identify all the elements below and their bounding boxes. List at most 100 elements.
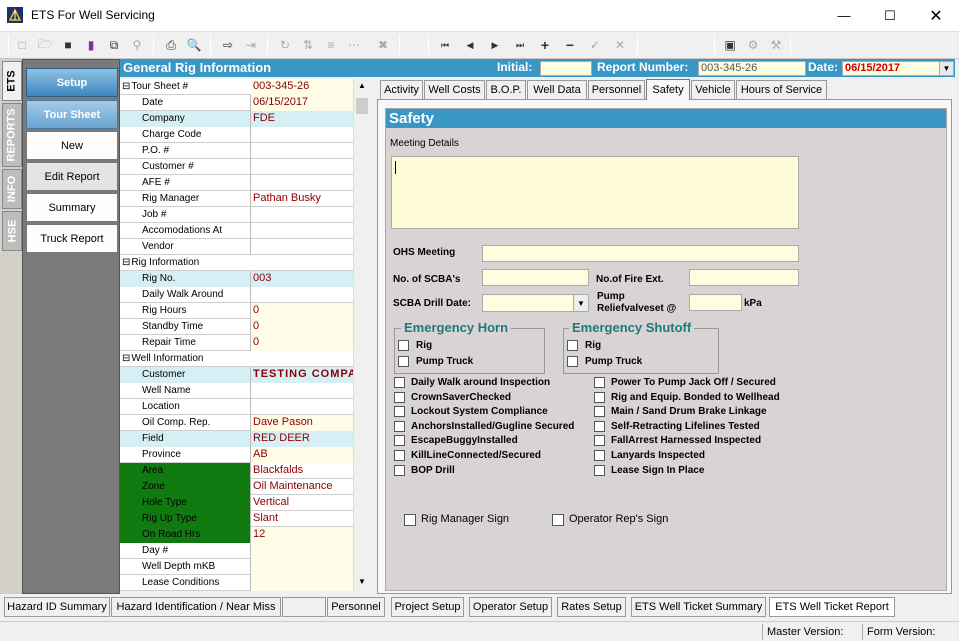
tab-well-data[interactable]: Well Data xyxy=(527,80,587,99)
find-icon[interactable]: ⚲ xyxy=(129,37,145,53)
grid-row[interactable]: CustomerTESTING COMPANY xyxy=(120,367,353,383)
grid-value[interactable]: Pathan Busky xyxy=(251,191,353,207)
computer-icon[interactable]: ▣ xyxy=(722,37,738,53)
settings-icon[interactable]: ⚙ xyxy=(745,37,761,53)
grid-value[interactable]: Vertical xyxy=(251,495,353,511)
safety-check-checkbox[interactable] xyxy=(394,377,405,388)
grid-row[interactable]: Province AB xyxy=(120,447,353,463)
side-tab-info[interactable]: INFO xyxy=(2,169,22,209)
initial-field[interactable] xyxy=(540,61,592,76)
grid-row[interactable]: Standby Time 0 xyxy=(120,319,353,335)
grid-value[interactable]: 0 xyxy=(251,303,353,319)
grid-section-label[interactable]: ⊟Well Information xyxy=(120,351,353,367)
tab-personnel[interactable]: Personnel xyxy=(588,80,645,99)
maximize-button[interactable]: ☐ xyxy=(867,0,913,31)
tab-hours-of-service[interactable]: Hours of Service xyxy=(736,80,827,99)
grid-value[interactable]: 003 xyxy=(251,271,353,287)
tab-well-costs[interactable]: Well Costs xyxy=(424,80,485,99)
export-icon[interactable]: ⇨ xyxy=(220,37,236,53)
safety-check-checkbox[interactable] xyxy=(394,435,405,447)
scroll-thumb[interactable] xyxy=(356,98,368,114)
grid-value[interactable]: FDE xyxy=(251,111,353,127)
tab-ets-well-ticket-summary[interactable]: ETS Well Ticket Summary xyxy=(631,597,766,617)
safety-check-checkbox[interactable] xyxy=(394,450,405,461)
add-record-icon[interactable]: + xyxy=(537,37,553,53)
new-file-icon[interactable]: □ xyxy=(14,37,30,53)
refresh-icon[interactable]: ↻ xyxy=(277,37,293,53)
grid-row[interactable]: Date 06/15/2017 xyxy=(120,95,353,111)
truck-report-button[interactable]: Truck Report xyxy=(26,224,118,253)
grid-row[interactable]: Well Name xyxy=(120,383,353,399)
grid-row[interactable]: Rig Manager Pathan Busky xyxy=(120,191,353,207)
grid-row[interactable]: On Road Hrs 12 xyxy=(120,527,353,543)
remove-record-icon[interactable]: − xyxy=(562,37,578,53)
safety-check-checkbox[interactable] xyxy=(394,464,405,476)
post-edit-icon[interactable]: ✓ xyxy=(587,37,603,53)
grid-row[interactable]: P.O. # xyxy=(120,143,353,159)
grid-value[interactable]: AB xyxy=(251,447,353,463)
next-record-icon[interactable]: ▶ xyxy=(487,37,503,53)
date-dropdown-icon[interactable]: ▼ xyxy=(939,62,953,75)
tab-ets-well-ticket-report[interactable]: ETS Well Ticket Report xyxy=(769,597,895,617)
safety-check-checkbox[interactable] xyxy=(594,391,605,403)
grid-row[interactable]: Daily Walk Around xyxy=(120,287,353,303)
grid-row[interactable]: ⊟Tour Sheet # 003-345-26 xyxy=(120,79,353,95)
grid-value[interactable]: 06/15/2017 xyxy=(251,95,353,111)
tab-personnel-setup[interactable]: Personnel xyxy=(327,597,385,617)
print-icon[interactable]: ⎙ xyxy=(163,37,179,53)
grid-row[interactable]: Area Blackfalds xyxy=(120,463,353,479)
grid-row[interactable]: Charge Code xyxy=(120,127,353,143)
delete-icon[interactable]: ✖ xyxy=(375,37,391,53)
copy-paste-icon[interactable]: ⧉ xyxy=(106,37,122,53)
grid-row[interactable]: Field RED DEER xyxy=(120,431,353,447)
horn-pump-truck-checkbox[interactable] xyxy=(398,356,409,367)
grid-value[interactable] xyxy=(251,383,353,399)
grid-value[interactable]: Slant xyxy=(251,511,353,527)
rig-manager-sign-checkbox[interactable] xyxy=(404,514,416,526)
side-tab-hse[interactable]: HSE xyxy=(2,211,22,251)
grid-row[interactable]: Zone Oil Maintenance xyxy=(120,479,353,495)
safety-check-checkbox[interactable] xyxy=(594,464,605,476)
edit-report-button[interactable]: Edit Report xyxy=(26,162,118,191)
tab-vehicle[interactable]: Vehicle xyxy=(691,80,735,99)
grid-value[interactable]: Dave Pason xyxy=(251,415,353,431)
chevron-down-icon[interactable]: ▼ xyxy=(573,295,588,311)
filter-icon[interactable]: ≡ xyxy=(323,37,339,53)
grid-row[interactable]: ⊟Well Information xyxy=(120,351,353,367)
grid-scrollbar[interactable]: ▲ ▼ xyxy=(353,79,370,591)
setup-button[interactable]: Setup xyxy=(26,68,118,97)
grid-value[interactable]: Oil Maintenance xyxy=(251,479,353,495)
side-tab-reports[interactable]: REPORTS xyxy=(2,103,22,167)
safety-check-checkbox[interactable] xyxy=(594,377,605,388)
grid-value[interactable] xyxy=(251,175,353,191)
minimize-button[interactable]: — xyxy=(821,0,867,31)
open-folder-icon[interactable]: 🗁 xyxy=(37,37,53,53)
grid-row[interactable]: Company FDE xyxy=(120,111,353,127)
meeting-details-field[interactable] xyxy=(391,156,799,229)
grid-row[interactable]: Job # xyxy=(120,207,353,223)
tab-activity[interactable]: Activity xyxy=(380,80,423,99)
last-record-icon[interactable]: ⏭ xyxy=(512,37,528,53)
grid-value[interactable]: 0 xyxy=(251,319,353,335)
horn-rig-checkbox[interactable] xyxy=(398,340,409,351)
grid-row[interactable]: Well Depth mKB xyxy=(120,559,353,575)
date-field[interactable]: 06/15/2017 ▼ xyxy=(842,61,954,76)
grid-row[interactable]: Oil Comp. Rep. Dave Pason xyxy=(120,415,353,431)
grid-value[interactable] xyxy=(251,399,353,415)
safety-check-checkbox[interactable] xyxy=(394,391,405,403)
grid-value[interactable] xyxy=(251,575,353,591)
previous-record-icon[interactable]: ◀ xyxy=(462,37,478,53)
tab-operator-setup[interactable]: Operator Setup xyxy=(469,597,552,617)
grid-row[interactable]: Rig No. 003 xyxy=(120,271,353,287)
grid-value[interactable] xyxy=(251,543,353,559)
tab-blank[interactable] xyxy=(282,597,326,617)
grid-row[interactable]: Hole Type Vertical xyxy=(120,495,353,511)
grid-value[interactable]: Blackfalds xyxy=(251,463,353,479)
grid-row[interactable]: Location xyxy=(120,399,353,415)
scba-count-field[interactable] xyxy=(482,269,589,286)
shutoff-pump-truck-checkbox[interactable] xyxy=(567,356,578,367)
grid-value[interactable] xyxy=(251,143,353,159)
grid-row[interactable]: AFE # xyxy=(120,175,353,191)
side-tab-ets[interactable]: ETS xyxy=(2,61,22,101)
tools-icon[interactable]: ⚒ xyxy=(768,37,784,53)
